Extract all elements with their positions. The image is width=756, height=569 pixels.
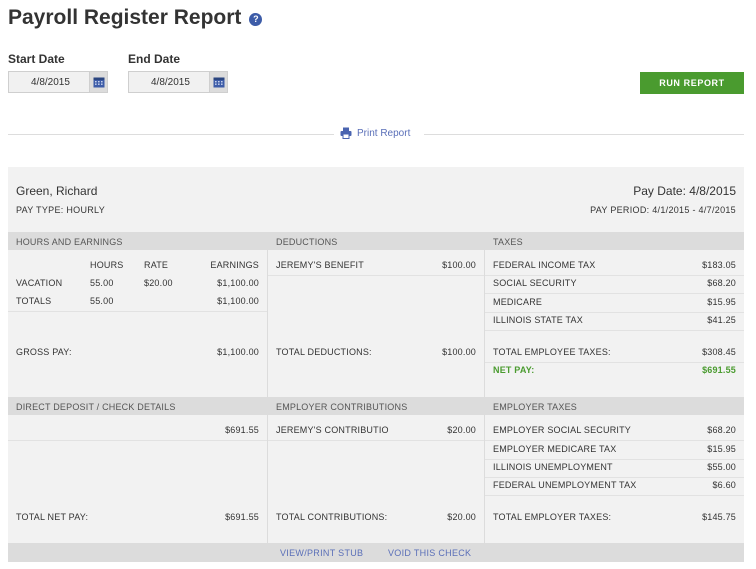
pay-date: Pay Date: 4/8/2015 [633,184,736,198]
row-rule [485,293,744,294]
employer-tax-item-value: $68.20 [707,425,736,435]
net-pay-label: NET PAY: [493,365,535,375]
void-check-link[interactable]: VOID THIS CHECK [388,548,471,558]
divider-left [8,134,334,135]
employee-name: Green, Richard [16,184,98,198]
row-rule [485,330,744,331]
tax-item-label: MEDICARE [493,297,543,307]
row-rule [485,312,744,313]
earning-row-rate: $20.00 [144,278,173,288]
total-employee-taxes-label: TOTAL EMPLOYEE TAXES: [493,347,611,357]
employer-tax-item-value: $55.00 [707,462,736,472]
row-rule [8,311,267,312]
net-pay-value: $691.55 [702,365,736,375]
pay-period: PAY PERIOD: 4/1/2015 - 4/7/2015 [590,205,736,215]
row-rule [485,495,744,496]
page-title: Payroll Register Report [8,6,242,29]
earning-row-label: VACATION [16,278,63,288]
employer-taxes-header: EMPLOYER TAXES [493,402,577,412]
row-rule [268,440,484,441]
start-date-group: Start Date [8,52,108,93]
employer-contributions-header: EMPLOYER CONTRIBUTIONS [276,402,408,412]
deduction-item-value: $100.00 [442,260,476,270]
end-date-group: End Date [128,52,228,93]
total-employer-taxes-value: $145.75 [702,512,736,522]
col-hours: HOURS [90,260,124,270]
end-date-input[interactable] [129,72,209,92]
earning-row-hours: 55.00 [90,278,114,288]
gross-pay-label: GROSS PAY: [16,347,72,357]
deductions-header: DEDUCTIONS [276,237,338,247]
earning-row-amount: $1,100.00 [217,278,259,288]
view-print-stub-link[interactable]: VIEW/PRINT STUB [280,548,363,558]
printer-icon [340,127,352,139]
calendar-icon[interactable] [89,72,107,92]
row-rule [485,275,744,276]
print-report-label: Print Report [357,127,411,139]
column-divider [267,232,268,543]
row-rule [8,440,267,441]
print-report-link[interactable]: Print Report [340,127,410,139]
taxes-header: TAXES [493,237,523,247]
calendar-icon[interactable] [209,72,227,92]
totals-row-label: TOTALS [16,296,52,306]
tax-item-value: $41.25 [707,315,736,325]
row-rule [485,440,744,441]
column-divider [484,232,485,543]
total-contributions-label: TOTAL CONTRIBUTIONS: [276,512,388,522]
page-title-wrap: Payroll Register Report ? [8,6,263,30]
employer-tax-item-label: ILLINOIS UNEMPLOYMENT [493,462,613,472]
card-footer: VIEW/PRINT STUB VOID THIS CHECK [8,543,744,562]
contribution-item-label: JEREMY'S CONTRIBUTIO [276,425,389,435]
tax-item-label: ILLINOIS STATE TAX [493,315,583,325]
employer-tax-item-label: EMPLOYER SOCIAL SECURITY [493,425,631,435]
start-date-label: Start Date [8,52,65,66]
total-net-pay-value: $691.55 [225,512,259,522]
divider-right [424,134,744,135]
row-rule [485,362,744,363]
col-earnings: EARNINGS [210,260,259,270]
total-deductions-label: TOTAL DEDUCTIONS: [276,347,372,357]
pay-type: PAY TYPE: HOURLY [16,205,105,215]
row-rule [268,275,484,276]
start-date-box [8,71,108,93]
row-rule [485,459,744,460]
employer-tax-item-value: $6.60 [712,480,736,490]
tax-item-value: $15.95 [707,297,736,307]
help-icon[interactable]: ? [249,12,263,26]
contribution-item-value: $20.00 [447,425,476,435]
employer-tax-item-value: $15.95 [707,444,736,454]
hours-earnings-header: HOURS AND EARNINGS [16,237,123,247]
employer-tax-item-label: EMPLOYER MEDICARE TAX [493,444,617,454]
totals-row-amount: $1,100.00 [217,296,259,306]
tax-item-label: SOCIAL SECURITY [493,278,577,288]
deposit-amount: $691.55 [225,425,259,435]
tax-item-label: FEDERAL INCOME TAX [493,260,596,270]
end-date-box [128,71,228,93]
gross-pay-value: $1,100.00 [217,347,259,357]
employer-tax-item-label: FEDERAL UNEMPLOYMENT TAX [493,480,637,490]
payroll-card: Green, Richard PAY TYPE: HOURLY Pay Date… [8,167,744,562]
totals-row-hours: 55.00 [90,296,114,306]
start-date-input[interactable] [9,72,89,92]
total-deductions-value: $100.00 [442,347,476,357]
tax-item-value: $68.20 [707,278,736,288]
col-rate: RATE [144,260,169,270]
row-rule [485,477,744,478]
tax-item-value: $183.05 [702,260,736,270]
end-date-label: End Date [128,52,181,66]
total-employer-taxes-label: TOTAL EMPLOYER TAXES: [493,512,612,522]
total-net-pay-label: TOTAL NET PAY: [16,512,89,522]
direct-deposit-header: DIRECT DEPOSIT / CHECK DETAILS [16,402,176,412]
run-report-button[interactable]: RUN REPORT [640,72,744,94]
total-contributions-value: $20.00 [447,512,476,522]
deduction-item-label: JEREMY'S BENEFIT [276,260,364,270]
total-employee-taxes-value: $308.45 [702,347,736,357]
